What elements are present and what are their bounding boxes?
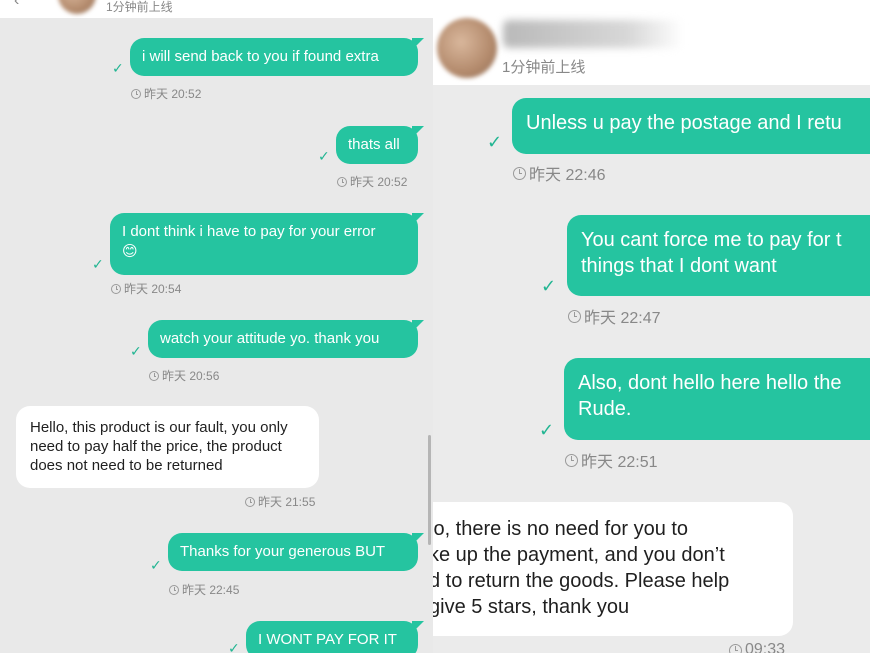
read-check-icon: ✓	[130, 343, 142, 359]
clock-icon	[565, 453, 578, 467]
clock-icon	[568, 309, 581, 323]
contact-name-blurred	[503, 20, 683, 48]
message-timestamp: 昨天 20:52	[131, 85, 201, 102]
clock-icon	[245, 496, 255, 507]
message-timestamp: 昨天 21:55	[245, 493, 315, 510]
message-timestamp: 昨天 22:47	[568, 304, 661, 328]
message-bubble[interactable]: lo, there is no need for you to ke up th…	[433, 502, 793, 636]
message-bubble[interactable]: Also, dont hello here hello the Rude.	[564, 358, 870, 440]
message-bubble[interactable]: Hello, this product is our fault, you on…	[16, 406, 319, 488]
message-bubble[interactable]: Unless u pay the postage and I retu	[512, 98, 870, 154]
message-timestamp: 昨天 20:54	[111, 280, 181, 297]
message-timestamp: 昨天 22:51	[565, 448, 658, 472]
read-check-icon: ✓	[318, 148, 330, 164]
message-timestamp: 昨天 22:46	[513, 161, 606, 185]
clock-icon	[111, 283, 121, 294]
online-status: 1分钟前上线	[502, 59, 586, 76]
message-bubble[interactable]: Thanks for your generous BUT	[168, 533, 418, 571]
read-check-icon: ✓	[539, 420, 555, 440]
read-check-icon: ✓	[541, 276, 557, 296]
message-bubble[interactable]: I dont think i have to pay for your erro…	[110, 213, 418, 275]
read-check-icon: ✓	[92, 256, 104, 272]
left-chat-panel: ‹ 1分钟前上线 ✓ i will send back to you if fo…	[0, 0, 433, 653]
read-check-icon: ✓	[150, 557, 162, 573]
clock-icon	[729, 643, 742, 653]
back-arrow-icon[interactable]: ‹	[14, 0, 19, 10]
scrollbar[interactable]	[428, 435, 431, 545]
message-timestamp: 昨天 20:56	[149, 367, 219, 384]
clock-icon	[149, 370, 159, 381]
clock-icon	[169, 584, 179, 595]
chat-header: ‹ 1分钟前上线	[0, 0, 433, 18]
message-bubble[interactable]: thats all	[336, 126, 418, 164]
message-bubble[interactable]: You cant force me to pay for t things th…	[567, 215, 870, 296]
message-bubble[interactable]: watch your attitude yo. thank you	[148, 320, 418, 358]
message-bubble[interactable]: I WONT PAY FOR IT	[246, 621, 418, 653]
message-timestamp: 昨天 22:45	[169, 581, 239, 598]
online-status: 1分钟前上线	[106, 0, 173, 14]
right-chat-panel: 1分钟前上线 ✓ Unless u pay the postage and I …	[433, 0, 870, 653]
message-timestamp: 昨天 20:52	[337, 173, 407, 190]
message-bubble[interactable]: i will send back to you if found extra	[130, 38, 418, 76]
clock-icon	[337, 176, 347, 187]
avatar[interactable]	[58, 0, 96, 14]
chat-header: 1分钟前上线	[433, 0, 870, 85]
read-check-icon: ✓	[487, 132, 503, 152]
message-text: I dont think i have to pay for your erro…	[122, 223, 376, 240]
read-check-icon: ✓	[228, 640, 240, 653]
clock-icon	[131, 88, 141, 99]
avatar[interactable]	[437, 18, 497, 78]
read-check-icon: ✓	[112, 60, 124, 76]
message-timestamp: 09:33	[729, 641, 785, 653]
smile-emoji-icon: 😊	[122, 243, 138, 260]
clock-icon	[513, 166, 526, 180]
